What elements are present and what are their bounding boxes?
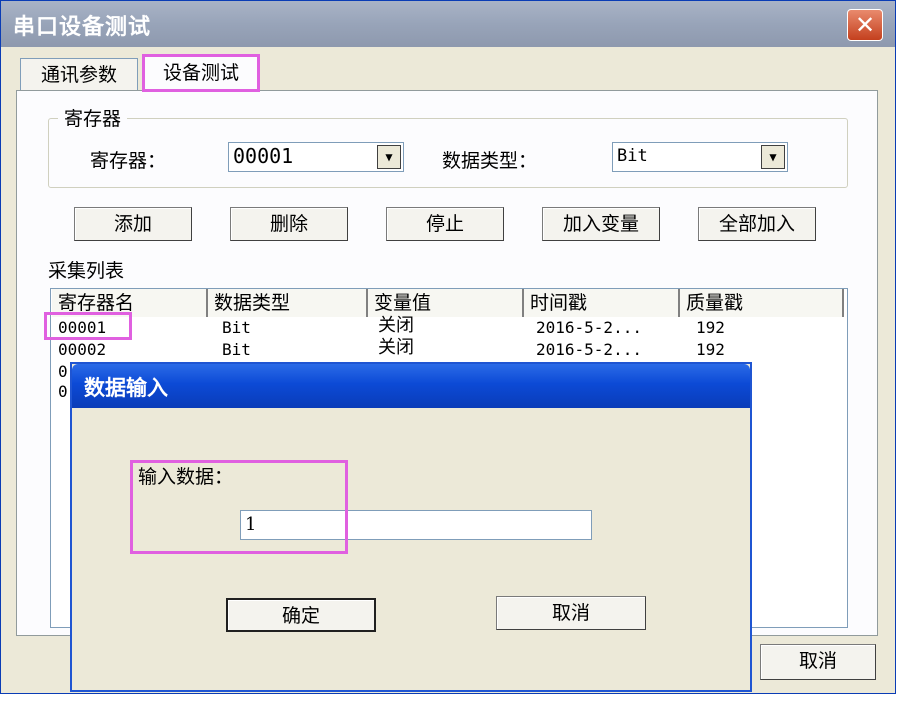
close-icon: ✕ [854, 11, 876, 39]
table-row-name[interactable]: 00002 [58, 340, 106, 360]
table-row-quality: 192 [696, 318, 725, 337]
tab-comm-params-label: 通讯参数 [40, 64, 117, 86]
dialog-title-bar[interactable]: 数据输入 [72, 364, 750, 408]
ok-button[interactable]: 确定 [226, 598, 376, 632]
column-header-value[interactable]: 变量值 [368, 289, 524, 317]
register-group-title: 寄存器 [58, 104, 128, 131]
add-all-button[interactable]: 全部加入 [698, 207, 816, 241]
data-input-dialog: 数据输入 输入数据： 1 确定 取消 [70, 362, 752, 692]
cancel-button[interactable]: 取消 [760, 644, 876, 680]
tab-comm-params[interactable]: 通讯参数 [20, 58, 138, 92]
collection-list-title: 采集列表 [48, 260, 125, 282]
register-label: 寄存器： [90, 150, 167, 172]
register-select[interactable]: 00001 ▼ [228, 142, 404, 172]
datatype-select[interactable]: Bit ▼ [612, 142, 788, 172]
chevron-down-icon[interactable]: ▼ [377, 145, 401, 169]
table-row-quality: 192 [696, 340, 725, 359]
datatype-select-value: Bit [617, 146, 648, 166]
column-header-timestamp[interactable]: 时间戳 [524, 289, 680, 317]
table-row-name[interactable]: 0 [58, 362, 68, 382]
table-row-value: 关闭 [378, 337, 414, 358]
table-row-time: 2016-5-2... [536, 340, 642, 359]
table-row-name[interactable]: 0 [58, 382, 68, 402]
dialog-cancel-button[interactable]: 取消 [496, 596, 646, 630]
register-select-value: 00001 [233, 144, 294, 168]
window-title: 串口设备测试 [13, 15, 152, 40]
dialog-title: 数据输入 [84, 376, 168, 400]
add-variable-button[interactable]: 加入变量 [542, 207, 660, 241]
highlight-box-input [130, 460, 348, 554]
datatype-label: 数据类型： [442, 150, 538, 172]
table-row-value: 关闭 [378, 315, 414, 336]
add-button[interactable]: 添加 [74, 207, 192, 241]
chevron-down-icon[interactable]: ▼ [761, 145, 785, 169]
title-bar[interactable]: 串口设备测试 ✕ [1, 1, 895, 47]
table-row-type: Bit [222, 340, 251, 359]
tab-device-test-label: 设备测试 [162, 62, 239, 84]
column-header-quality[interactable]: 质量戳 [680, 289, 844, 317]
table-row-type: Bit [222, 318, 251, 337]
close-button[interactable]: ✕ [847, 9, 883, 41]
table-row-time: 2016-5-2... [536, 318, 642, 337]
tab-device-test[interactable]: 设备测试 [142, 54, 260, 92]
stop-button[interactable]: 停止 [386, 207, 504, 241]
highlight-box-register [44, 312, 132, 340]
delete-button[interactable]: 删除 [230, 207, 348, 241]
column-header-data-type[interactable]: 数据类型 [208, 289, 368, 317]
